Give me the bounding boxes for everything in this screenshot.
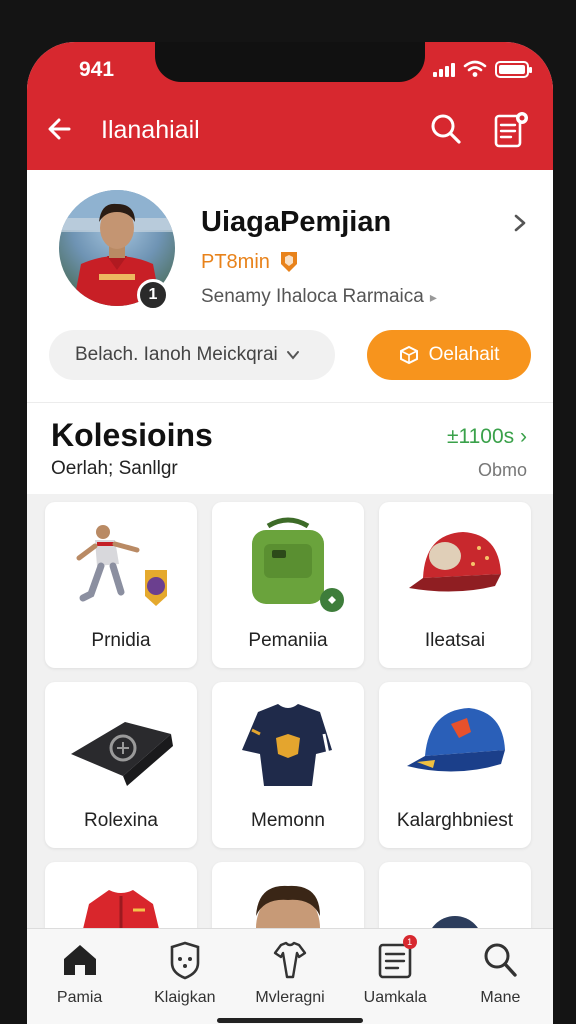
home-icon xyxy=(63,945,96,975)
shirt-outline-icon xyxy=(273,941,307,979)
bottom-tab-bar: Pamia Klaigkan Mvleragni 1 Uamkala Mane xyxy=(27,928,553,1024)
back-arrow-icon[interactable] xyxy=(43,112,77,146)
page-title: Ilanahiail xyxy=(101,116,200,144)
see-all-label: ±1100s xyxy=(446,425,515,448)
home-indicator xyxy=(217,1018,363,1023)
profile-description-text: Senamy Ihaloca Rarmaica xyxy=(201,286,424,307)
filter-dropdown[interactable]: Belach. Ianoh Meickqrai xyxy=(49,330,335,380)
profile-description: Senamy Ihaloca Rarmaica ▸ xyxy=(201,286,437,308)
scarf-black-icon xyxy=(71,722,173,786)
chevron-right-icon[interactable] xyxy=(511,212,529,234)
backpack-icon xyxy=(252,517,344,612)
tab-label: Uamkala xyxy=(363,989,427,1006)
item-label: Prnidia xyxy=(91,630,151,651)
orders-list-icon[interactable] xyxy=(491,110,531,150)
player-kick-icon xyxy=(76,525,167,606)
filter-label: Belach. Ianoh Meickqrai xyxy=(75,344,278,365)
profile-subtitle-row: PT8min xyxy=(201,250,300,274)
profile-subtitle: PT8min xyxy=(201,250,270,273)
chevron-down-icon xyxy=(286,351,299,360)
action-button[interactable]: Oelahait xyxy=(367,330,531,380)
collections-section-header: Kolesioins ±1100s › Oerlah; Sanllgr Obmo xyxy=(27,402,553,494)
cap-red-icon xyxy=(409,532,501,592)
pin-icon: ▸ xyxy=(429,289,437,305)
avatar-badge: 1 xyxy=(137,279,169,311)
status-icons xyxy=(433,60,532,78)
battery-icon xyxy=(495,60,532,78)
tab-home[interactable]: Pamia xyxy=(27,929,132,1024)
item-label: Rolexina xyxy=(84,810,158,831)
tab-label: Pamia xyxy=(56,989,103,1006)
cap-blue-icon xyxy=(407,708,505,772)
section-title: Kolesioins xyxy=(51,417,213,453)
shirt-navy-icon xyxy=(242,704,332,786)
search-icon xyxy=(484,943,518,977)
section-subtitle: Oerlah; Sanllgr xyxy=(51,458,178,479)
tab-kit[interactable]: Mvleragni xyxy=(237,929,342,1024)
notch xyxy=(155,42,425,82)
wifi-icon xyxy=(463,60,487,77)
action-label: Oelahait xyxy=(428,344,500,365)
item-label: Memonn xyxy=(251,810,325,831)
box-icon xyxy=(399,345,418,365)
item-label: Kalarghbniest xyxy=(396,810,514,831)
collection-item[interactable]: Rolexina xyxy=(45,682,197,848)
collection-item[interactable]: Pemaniia xyxy=(212,502,364,668)
item-label: Pemaniia xyxy=(248,630,328,651)
shield-icon xyxy=(170,941,200,980)
tab-orders[interactable]: 1 Uamkala xyxy=(343,929,448,1024)
status-time: 941 xyxy=(79,58,115,81)
collection-item[interactable]: Prnidia xyxy=(45,502,197,668)
profile-card[interactable]: 1 UiagaPemjian PT8min Senamy Ihaloca Rar… xyxy=(27,170,553,402)
phone-screen: 941 Ilanahiail 1 UiagaPemjian PT8min Sen… xyxy=(27,42,553,1024)
tab-club[interactable]: Klaigkan xyxy=(132,929,237,1024)
item-label: Ileatsai xyxy=(424,630,486,651)
collection-item[interactable]: Kalarghbniest xyxy=(379,682,531,848)
profile-name: UiagaPemjian xyxy=(201,206,392,238)
tab-search[interactable]: Mane xyxy=(448,929,553,1024)
section-count: Obmo xyxy=(477,460,527,480)
search-icon[interactable] xyxy=(429,112,463,146)
tab-label: Mvleragni xyxy=(255,989,325,1006)
notification-badge: 1 xyxy=(402,935,417,949)
collection-item[interactable]: Memonn xyxy=(212,682,364,848)
see-all-link[interactable]: ±1100s › xyxy=(447,425,527,449)
collection-item[interactable]: Ileatsai xyxy=(379,502,531,668)
medal-icon xyxy=(280,252,297,272)
signal-icon xyxy=(433,61,455,77)
tab-label: Klaigkan xyxy=(154,989,216,1006)
tab-label: Mane xyxy=(480,989,521,1006)
